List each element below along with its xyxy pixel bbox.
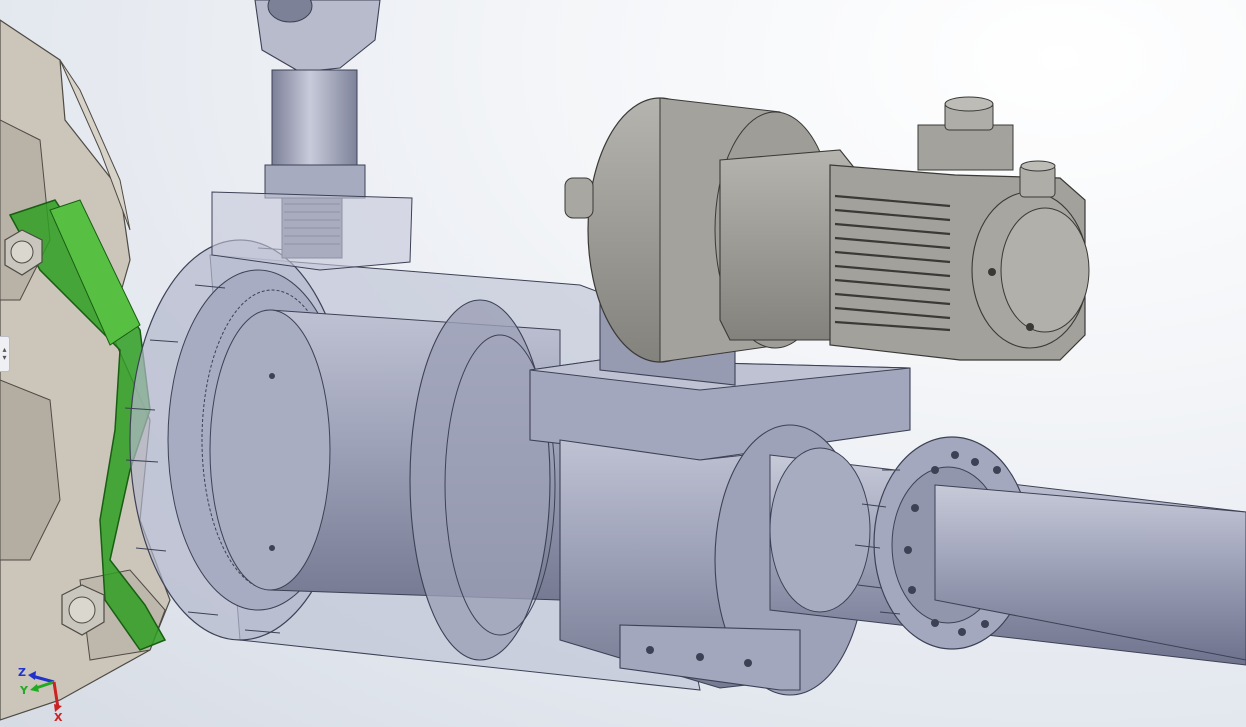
- collapse-down-icon: ▾: [2, 353, 7, 362]
- rod-end-link[interactable]: [211, 0, 413, 271]
- motor-connector-side: [1019, 160, 1056, 198]
- triad-z-label: Z: [18, 666, 26, 679]
- 3d-model-scene[interactable]: [0, 0, 1246, 727]
- triad-y-label: Y: [20, 684, 28, 697]
- graphics-viewport[interactable]: ▴ ▾ Z Y X: [0, 0, 1246, 727]
- motor-connector-top: [917, 96, 1014, 171]
- servo-motor[interactable]: [564, 96, 1090, 363]
- orientation-triad: Z Y X: [14, 662, 74, 724]
- feature-manager-toggle[interactable]: ▴ ▾: [0, 336, 10, 372]
- triad-x-label: X: [54, 711, 63, 724]
